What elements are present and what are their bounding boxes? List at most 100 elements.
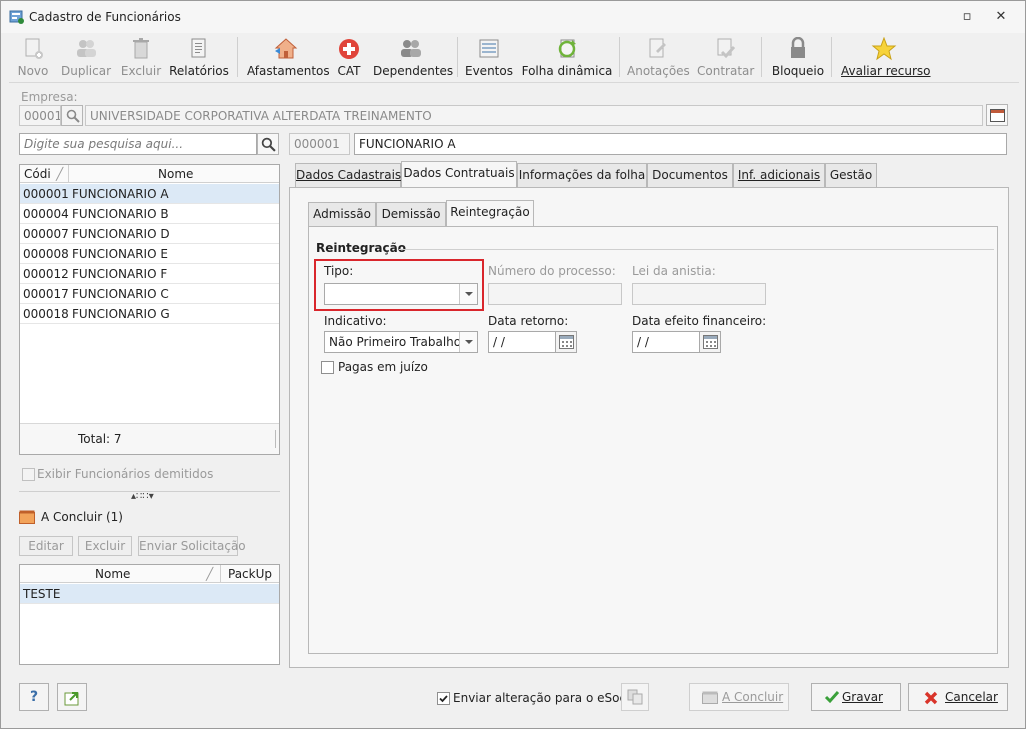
numero-processo-label: Número do processo:: [488, 264, 616, 278]
afastamentos-button[interactable]: Afastamentos: [247, 37, 330, 81]
restore-button[interactable]: ▫: [957, 8, 977, 26]
row-code: 000018: [23, 307, 69, 321]
tab-label: Gestão: [829, 168, 873, 182]
data-retorno-label: Data retorno:: [488, 314, 569, 328]
anotacoes-button[interactable]: Anotações: [627, 37, 690, 81]
show-dismissed-checkbox[interactable]: [22, 468, 35, 481]
table-row[interactable]: 000007 FUNCIONARIO D: [20, 224, 279, 244]
duplicar-label: Duplicar: [60, 64, 111, 78]
app-icon: [9, 10, 24, 24]
relatorios-button[interactable]: Relatórios: [169, 37, 229, 81]
search-button[interactable]: [257, 133, 279, 155]
tipo-select[interactable]: [324, 283, 478, 305]
a-concluir-button[interactable]: A Concluir: [689, 683, 789, 711]
footer-divider: [275, 430, 276, 448]
refresh-button[interactable]: [57, 683, 87, 711]
novo-button[interactable]: Novo: [13, 37, 53, 81]
send-request-button[interactable]: Enviar Solicitação: [138, 536, 246, 556]
employee-name-field[interactable]: FUNCIONARIO A: [354, 133, 1007, 155]
data-efeito-calendar-button[interactable]: [699, 331, 721, 353]
table-row[interactable]: 000018 FUNCIONARIO G: [20, 304, 279, 324]
star-icon: [871, 37, 897, 61]
row-name: FUNCIONARIO G: [72, 307, 170, 321]
tab-dados-cadastrais[interactable]: Dados Cadastrais: [295, 163, 401, 187]
tab-dados-contratuais[interactable]: Dados Contratuais: [401, 161, 517, 187]
anotacoes-label: Anotações: [627, 64, 690, 78]
cat-button[interactable]: CAT: [331, 37, 367, 81]
esocial-checkbox[interactable]: [437, 692, 450, 705]
table-row[interactable]: 000001 FUNCIONARIO A: [20, 184, 279, 204]
people-icon: [401, 40, 421, 57]
toolbar-separator: [831, 37, 832, 77]
group-divider: [399, 249, 994, 250]
bloqueio-button[interactable]: Bloqueio: [771, 37, 825, 81]
tab-inf-adicionais[interactable]: Inf. adicionais: [733, 163, 825, 187]
new-icon: [25, 38, 43, 59]
packup-header[interactable]: PackUp: [228, 567, 272, 581]
toolbar-separator: [237, 37, 238, 77]
chevron-down-icon: [459, 332, 477, 352]
main-window: Cadastro de Funcionários ▫ ✕ Novo Duplic…: [0, 0, 1026, 729]
report-icon: [191, 38, 206, 58]
pending-grid: Nome ╱ PackUp TESTE: [19, 564, 280, 665]
subtab-demissao[interactable]: Demissão: [376, 202, 446, 226]
relatorios-label: Relatórios: [169, 64, 229, 78]
data-retorno-field[interactable]: / /: [488, 331, 556, 353]
contratar-button[interactable]: Contratar: [697, 37, 755, 81]
window-title: Cadastro de Funcionários: [29, 10, 181, 24]
row-code: 000001: [23, 187, 69, 201]
empresa-label: Empresa:: [21, 90, 78, 104]
row-name: FUNCIONARIO A: [72, 187, 169, 201]
code-column-header[interactable]: Códi: [24, 167, 51, 181]
table-row[interactable]: TESTE: [20, 584, 279, 604]
splitter-handle[interactable]: ▴∷∷▾: [131, 491, 154, 502]
employee-code-field: 000001: [289, 133, 350, 155]
gravar-button[interactable]: Gravar: [811, 683, 901, 711]
tab-documentos[interactable]: Documentos: [647, 163, 733, 187]
avaliar-recurso-label: Avaliar recurso: [841, 64, 931, 78]
empresa-calendar-button[interactable]: [986, 104, 1008, 126]
row-code: 000012: [23, 267, 69, 281]
name-column-header[interactable]: Nome: [158, 167, 193, 181]
help-button[interactable]: ?: [19, 683, 49, 711]
duplicar-button[interactable]: Duplicar: [59, 37, 113, 81]
indicativo-select[interactable]: Não Primeiro Trabalho: [324, 331, 478, 353]
subtab-label: Demissão: [381, 207, 441, 221]
table-row[interactable]: 000017 FUNCIONARIO C: [20, 284, 279, 304]
excluir-toolbar-button[interactable]: Excluir: [119, 37, 163, 81]
duplicate-icon: [77, 40, 96, 57]
row-code: 000004: [23, 207, 69, 221]
pending-icon: [19, 510, 35, 524]
subtab-label: Admissão: [313, 207, 371, 221]
search-input[interactable]: Digite sua pesquisa aqui...: [19, 133, 257, 155]
hire-icon: [717, 38, 736, 59]
subtab-admissao[interactable]: Admissão: [308, 202, 376, 226]
dependentes-button[interactable]: Dependentes: [373, 37, 453, 81]
data-retorno-calendar-button[interactable]: [555, 331, 577, 353]
pagas-juizo-checkbox[interactable]: [321, 361, 334, 374]
empresa-name-field: UNIVERSIDADE CORPORATIVA ALTERDATA TREIN…: [85, 105, 983, 126]
avaliar-recurso-button[interactable]: Avaliar recurso: [841, 37, 931, 81]
close-button[interactable]: ✕: [991, 8, 1011, 26]
numero-processo-field: [488, 283, 622, 305]
contratar-label: Contratar: [697, 64, 755, 78]
cancelar-button[interactable]: Cancelar: [908, 683, 1008, 711]
table-row[interactable]: 000004 FUNCIONARIO B: [20, 204, 279, 224]
delete-pending-button[interactable]: Excluir: [78, 536, 132, 556]
row-name: FUNCIONARIO B: [72, 207, 169, 221]
table-row[interactable]: 000012 FUNCIONARIO F: [20, 264, 279, 284]
tab-label: Informações da folha: [518, 168, 646, 182]
tab-informacoes-folha[interactable]: Informações da folha: [517, 163, 647, 187]
tab-gestao[interactable]: Gestão: [825, 163, 877, 187]
pending-name-header[interactable]: Nome: [95, 567, 130, 581]
subtab-reintegracao[interactable]: Reintegração: [446, 200, 534, 226]
bloqueio-label: Bloqueio: [771, 64, 825, 78]
title-bar: Cadastro de Funcionários ▫ ✕: [1, 1, 1025, 33]
edit-pending-button[interactable]: Editar: [19, 536, 73, 556]
esocial-detail-button[interactable]: [621, 683, 649, 711]
table-row[interactable]: 000008 FUNCIONARIO E: [20, 244, 279, 264]
eventos-button[interactable]: Eventos: [465, 37, 513, 81]
data-efeito-field[interactable]: / /: [632, 331, 700, 353]
reintegracao-group-label: Reintegração: [316, 241, 406, 255]
folha-dinamica-button[interactable]: Folha dinâmica: [521, 37, 613, 81]
